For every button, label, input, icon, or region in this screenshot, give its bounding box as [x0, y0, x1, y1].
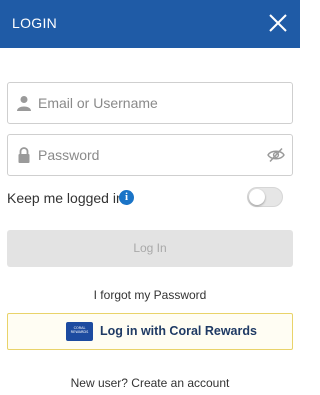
email-field[interactable]	[7, 82, 293, 124]
keep-logged-in-toggle[interactable]	[247, 187, 283, 207]
keep-logged-in-label: Keep me logged in	[7, 190, 124, 206]
eye-hidden-icon[interactable]	[267, 147, 285, 163]
coral-rewards-label: Log in with Coral Rewards	[100, 324, 257, 338]
coral-logo-text: CORAL REWARDS	[70, 326, 89, 334]
password-input[interactable]	[38, 135, 268, 175]
toggle-knob	[249, 189, 265, 205]
close-icon	[269, 14, 287, 32]
coral-rewards-logo: CORAL REWARDS	[66, 322, 93, 341]
coral-rewards-login-button[interactable]: CORAL REWARDS Log in with Coral Rewards	[7, 313, 293, 350]
password-field[interactable]	[7, 134, 293, 176]
lock-icon	[18, 147, 30, 163]
user-icon	[17, 96, 31, 111]
forgot-password-link[interactable]: I forgot my Password	[0, 288, 300, 302]
close-button[interactable]	[268, 13, 288, 33]
info-icon[interactable]: i	[119, 190, 134, 205]
login-button[interactable]: Log In	[7, 230, 293, 267]
login-header: LOGIN	[0, 0, 300, 48]
create-account-link[interactable]: New user? Create an account	[0, 376, 300, 390]
header-title: LOGIN	[12, 15, 58, 31]
email-input[interactable]	[38, 83, 268, 123]
keep-logged-in-row: Keep me logged in i	[7, 187, 293, 209]
